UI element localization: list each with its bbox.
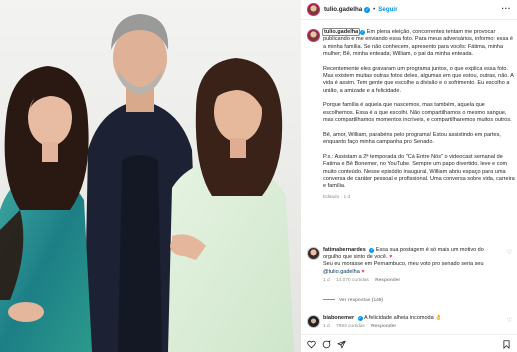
- post-side-panel: tulio.gadelha ✓ • Seguir ··· tulio.gadel…: [301, 0, 517, 352]
- comment-meta: 1 d 14.070 curtidas Responder: [323, 277, 499, 284]
- post-header: tulio.gadelha ✓ • Seguir ···: [301, 0, 517, 20]
- caption-paragraph-3: Porque família é aquela que nascemos, ma…: [323, 102, 512, 124]
- post-photo[interactable]: [0, 0, 301, 352]
- commenter-avatar[interactable]: [307, 247, 320, 260]
- view-replies-button[interactable]: Ver respostas (149): [323, 298, 383, 303]
- comment-likes[interactable]: 7993 curtidas: [336, 324, 365, 329]
- caption-paragraph: tulio.gadelha ✓ Em plena eleição, concorr…: [321, 28, 515, 58]
- reply-button[interactable]: Responder: [375, 278, 400, 283]
- more-options-icon[interactable]: ···: [502, 5, 512, 13]
- verified-icon: ✓: [369, 248, 375, 253]
- like-comment-heart-icon[interactable]: ♡: [507, 249, 512, 256]
- comment-time[interactable]: 1 d: [323, 278, 330, 283]
- edited-label: Editado: [323, 194, 340, 200]
- heart-emoji-icon: ♥: [389, 254, 393, 261]
- caption-paragraph-4: Bê, amor, William, parabéns pelo program…: [323, 131, 501, 146]
- author-avatar[interactable]: [307, 3, 320, 16]
- verified-icon: ✓: [364, 6, 371, 13]
- verified-icon: ✓: [360, 30, 366, 35]
- verified-icon: ✓: [357, 316, 363, 321]
- ok-hand-emoji-icon: 👌: [435, 315, 443, 321]
- mention-link[interactable]: @tulio.gadelha: [323, 269, 360, 275]
- comment-meta: 1 d 7993 curtidas Responder: [323, 323, 499, 330]
- caption-meta: Editado · 1 d: [323, 194, 351, 200]
- follow-button[interactable]: Seguir: [378, 6, 397, 13]
- caption-paragraph-2: Recentemente eles gravaram um programa j…: [323, 65, 514, 94]
- post-actions-bar: [301, 334, 517, 352]
- commenter-username[interactable]: biabonemer: [323, 315, 354, 321]
- heart-icon[interactable]: [307, 340, 316, 349]
- comment-time[interactable]: 1 d: [323, 324, 330, 329]
- commenter-username[interactable]: fatimabernardes: [323, 247, 366, 253]
- author-username[interactable]: tulio.gadelha: [324, 6, 362, 13]
- comment-text: fatimabernardes ✓ Essa sua postagem é só…: [323, 247, 499, 284]
- caption-username[interactable]: tulio.gadelha: [321, 28, 361, 36]
- comment-body: A felicidade alheia incomoda: [363, 315, 434, 321]
- share-icon[interactable]: [337, 340, 346, 349]
- reply-button[interactable]: Responder: [371, 324, 396, 329]
- caption-author-avatar[interactable]: [307, 29, 320, 42]
- commenter-avatar[interactable]: [307, 315, 320, 328]
- comment-likes[interactable]: 14.070 curtidas: [336, 278, 369, 283]
- header-separator: •: [373, 6, 376, 13]
- bookmark-icon[interactable]: [502, 340, 511, 349]
- comment-icon[interactable]: [322, 340, 331, 349]
- caption-paragraph-5: P.s.: Assistam a 2ª temporada do "Cá Ent…: [323, 153, 515, 190]
- family-photo-image: [0, 0, 301, 352]
- heart-emoji-icon: ♥: [361, 268, 365, 275]
- caption-time[interactable]: 1 d: [344, 195, 351, 200]
- comment-text: biabonemer ✓ A felicidade alheia incomod…: [323, 315, 499, 330]
- like-comment-heart-icon[interactable]: ♡: [507, 317, 512, 324]
- caption-text: tulio.gadelha ✓ Em plena eleição, concorr…: [321, 28, 515, 201]
- comment-body-line-2: Seu eu morasse em Pernambuco, meu voto p…: [323, 261, 484, 268]
